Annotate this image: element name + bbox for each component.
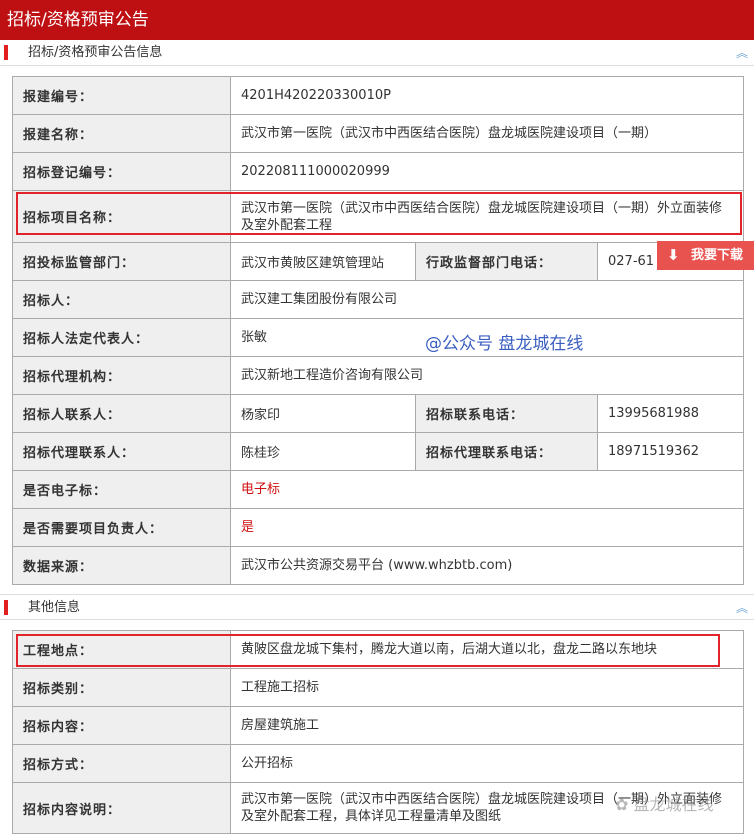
watermark-logo: ✿ 盘龙城在线 [615,795,714,814]
row-value: 武汉市黄陂区建筑管理站 [230,242,416,281]
table-row: 招标人： 武汉建工集团股份有限公司 [12,280,744,319]
row-label: 招标人： [12,280,231,319]
row-value: 武汉市第一医院（武汉市中西医结合医院）盘龙城医院建设项目（一期）外立面装修及室外… [230,190,744,243]
row-value: 公开招标 [230,744,744,783]
row-label: 招标内容： [12,706,231,745]
row-value: 202208111000020999 [230,152,744,191]
table-row: 是否电子标： 电子标 [12,470,744,509]
row-value-2: 13995681988 [597,394,744,433]
table-row: 工程地点： 黄陂区盘龙城下集村，腾龙大道以南，后湖大道以北，盘龙二路以东地块 [12,630,744,669]
row-value: 武汉建工集团股份有限公司 [230,280,744,319]
section-title: 其他信息 [28,600,81,615]
table-row: 招标类别： 工程施工招标 [12,668,744,707]
table-row: 招标人联系人： 杨家印 招标联系电话： 13995681988 [12,394,744,433]
collapse-chevron-icon[interactable]: ︽ [736,40,748,66]
row-label-2: 招标联系电话： [415,394,598,433]
row-value: 武汉新地工程造价咨询有限公司 [230,356,744,395]
table-row: 招标内容： 房屋建筑施工 [12,706,744,745]
section-header-other-info[interactable]: 其他信息 ︽ [0,594,754,620]
table-row: 招标代理联系人： 陈桂珍 招标代理联系电话： 18971519362 [12,432,744,471]
page-title: 招标/资格预审公告 [0,0,754,40]
table-row: 招标登记编号： 202208111000020999 [12,152,744,191]
row-value: 电子标 [230,470,744,509]
row-label: 招标人法定代表人： [12,318,231,357]
row-value: 4201H420220330010P [230,76,744,115]
table-row: 招标项目名称： 武汉市第一医院（武汉市中西医结合医院）盘龙城医院建设项目（一期）外… [12,190,744,243]
collapse-chevron-icon[interactable]: ︽ [736,595,748,621]
row-value: 黄陂区盘龙城下集村，腾龙大道以南，后湖大道以北，盘龙二路以东地块 [230,630,744,669]
table-row: 招投标监管部门： 武汉市黄陂区建筑管理站 行政监督部门电话： 027-61 [12,242,744,281]
row-label: 招标项目名称： [12,190,231,243]
section-title: 招标/资格预审公告信息 [28,45,163,60]
section-marker [4,600,8,615]
row-value: 武汉市公共资源交易平台 (www.whzbtb.com) [230,546,744,585]
row-label: 招标人联系人： [12,394,231,433]
row-label: 是否需要项目负责人： [12,508,231,547]
row-label-2: 招标代理联系电话： [415,432,598,471]
notice-info-table: 报建编号： 4201H420220330010P 报建名称： 武汉市第一医院（武汉市中… [12,76,744,585]
section-header-notice-info[interactable]: 招标/资格预审公告信息 ︽ [0,40,754,66]
table-row: 招标方式： 公开招标 [12,744,744,783]
row-value-2: 18971519362 [597,432,744,471]
row-label: 报建名称： [12,114,231,153]
table-row: 数据来源： 武汉市公共资源交易平台 (www.whzbtb.com) [12,546,744,585]
row-label: 招标登记编号： [12,152,231,191]
table-row: 招标人法定代表人： 张敏 [12,318,744,357]
row-label-2: 行政监督部门电话： [415,242,598,281]
section-marker [4,45,8,60]
row-label: 招标代理联系人： [12,432,231,471]
row-value: 陈桂珍 [230,432,416,471]
row-label: 招标内容说明： [12,782,231,834]
row-label: 招标类别： [12,668,231,707]
row-value: 房屋建筑施工 [230,706,744,745]
row-value: 工程施工招标 [230,668,744,707]
row-value: 是 [230,508,744,547]
row-label: 招标方式： [12,744,231,783]
row-value: 杨家印 [230,394,416,433]
row-label: 是否电子标： [12,470,231,509]
row-label: 招投标监管部门： [12,242,231,281]
table-row: 招标代理机构： 武汉新地工程造价咨询有限公司 [12,356,744,395]
download-icon: ⬇ [667,246,680,264]
table-row: 报建编号： 4201H420220330010P [12,76,744,115]
download-button[interactable]: ⬇ 我要下载 [657,241,754,270]
row-label: 招标代理机构： [12,356,231,395]
table-row: 报建名称： 武汉市第一医院（武汉市中西医结合医院）盘龙城医院建设项目（一期） [12,114,744,153]
row-value: 武汉市第一医院（武汉市中西医结合医院）盘龙城医院建设项目（一期） [230,114,744,153]
table-row: 是否需要项目负责人：是 [12,508,744,547]
row-label: 数据来源： [12,546,231,585]
watermark: @公众号 盘龙城在线 [425,334,584,354]
row-label: 工程地点： [12,630,231,669]
row-label: 报建编号： [12,76,231,115]
